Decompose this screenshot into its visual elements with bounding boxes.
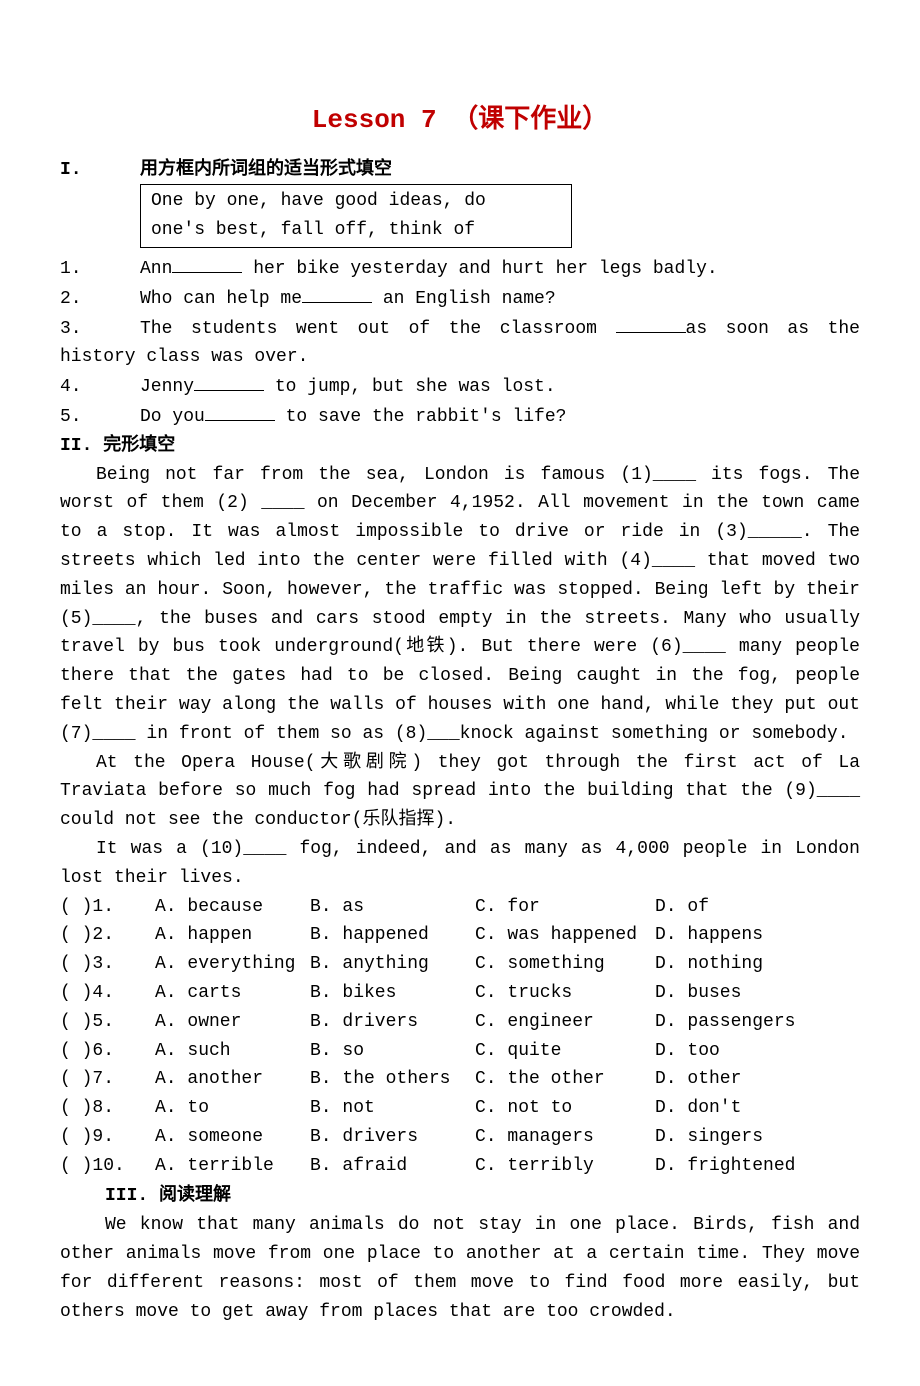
- section2-title: 完形填空: [103, 436, 175, 456]
- cloze-passage: Being not far from the sea, London is fa…: [60, 461, 860, 893]
- blank-3[interactable]: [616, 314, 686, 333]
- section2-heading: II. 完形填空: [60, 432, 860, 461]
- passage-p2: At the Opera House(大歌剧院) they got throug…: [60, 749, 860, 835]
- fill-q4: 4.Jenny to jump, but she was lost.: [60, 372, 860, 402]
- section1-title: 用方框内所词组的适当形式填空: [140, 160, 392, 180]
- opt-row-6: ( )6.A. suchB. soC. quiteD. too: [60, 1037, 860, 1066]
- blank-4[interactable]: [194, 372, 264, 391]
- wordbox-line2: one's best, fall off, think of: [151, 216, 561, 245]
- opt-row-4: ( )4.A. cartsB. bikesC. trucksD. buses: [60, 979, 860, 1008]
- fill-q2: 2.Who can help me an English name?: [60, 284, 860, 314]
- opt-row-8: ( )8.A. toB. notC. not toD. don't: [60, 1094, 860, 1123]
- blank-5[interactable]: [205, 402, 275, 421]
- worksheet-page: Lesson 7 （课下作业） I.用方框内所词组的适当形式填空 One by …: [0, 0, 920, 1386]
- wordbox-line1: One by one, have good ideas, do: [151, 187, 561, 216]
- fill-q5: 5.Do you to save the rabbit's life?: [60, 402, 860, 432]
- opt-row-5: ( )5.A. ownerB. driversC. engineerD. pas…: [60, 1008, 860, 1037]
- passage-p1: Being not far from the sea, London is fa…: [60, 461, 860, 749]
- lesson-title: Lesson 7 （课下作业）: [60, 100, 860, 142]
- reading-p1: We know that many animals do not stay in…: [60, 1211, 860, 1326]
- section3-heading: III. 阅读理解: [105, 1182, 860, 1211]
- section2-number: II.: [60, 436, 92, 456]
- opt-row-1: ( )1.A. becauseB. asC. forD. of: [60, 893, 860, 922]
- fill-q1: 1.Ann her bike yesterday and hurt her le…: [60, 254, 860, 284]
- reading-passage: We know that many animals do not stay in…: [60, 1211, 860, 1326]
- blank-2[interactable]: [302, 284, 372, 303]
- opt-row-9: ( )9.A. someoneB. driversC. managersD. s…: [60, 1123, 860, 1152]
- section1-heading: I.用方框内所词组的适当形式填空: [60, 156, 860, 185]
- opt-row-10: ( )10.A. terribleB. afraidC. terriblyD. …: [60, 1152, 860, 1181]
- cloze-options: ( )1.A. becauseB. asC. forD. of ( )2.A. …: [60, 893, 860, 1181]
- opt-row-3: ( )3.A. everythingB. anythingC. somethin…: [60, 950, 860, 979]
- passage-p3: It was a (10)____ fog, indeed, and as ma…: [60, 835, 860, 893]
- section1-number: I.: [60, 156, 140, 185]
- fill-q3: 3.The students went out of the classroom…: [60, 314, 860, 373]
- blank-1[interactable]: [172, 254, 242, 273]
- word-box: One by one, have good ideas, do one's be…: [140, 184, 572, 248]
- opt-row-7: ( )7.A. anotherB. the othersC. the other…: [60, 1065, 860, 1094]
- opt-row-2: ( )2.A. happenB. happenedC. was happened…: [60, 921, 860, 950]
